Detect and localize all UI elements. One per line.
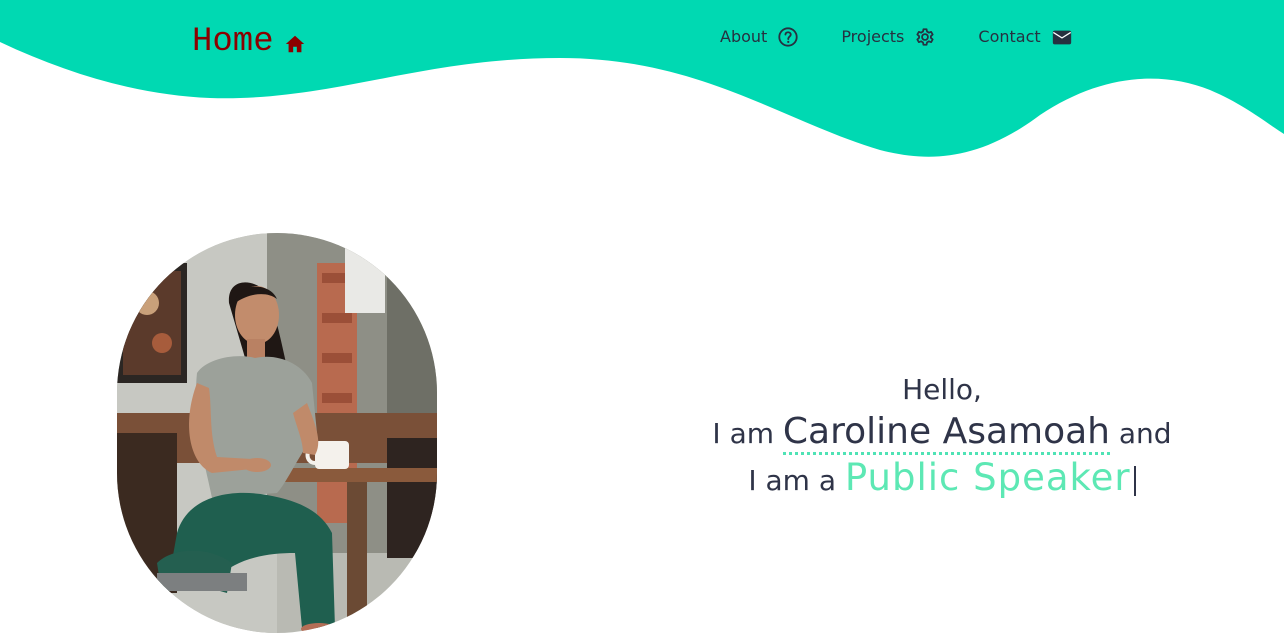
intro-line: I am Caroline Asamoah and — [642, 410, 1242, 456]
profile-photo — [117, 233, 437, 633]
nav-about[interactable]: About — [720, 24, 799, 50]
nav-about-label: About — [720, 27, 768, 46]
typing-cursor — [1133, 466, 1136, 496]
nav-projects-label: Projects — [841, 27, 905, 46]
hero-intro: Hello, I am Caroline Asamoah and I am a … — [642, 370, 1242, 503]
envelope-icon — [1052, 30, 1071, 45]
home-icon — [285, 35, 304, 53]
role-prefix: I am a — [748, 464, 836, 497]
home-link[interactable]: Home — [192, 22, 306, 62]
nav-contact-label: Contact — [978, 27, 1041, 46]
home-label: Home — [192, 23, 274, 61]
nav-projects[interactable]: Projects — [841, 24, 936, 50]
role-line: I am a Public Speaker — [642, 456, 1242, 503]
main-nav: About Projects Contact — [720, 24, 1073, 50]
role-typed-text: Public Speaker — [844, 456, 1131, 499]
page: Home About Projects Contact Hello, I am … — [0, 0, 1284, 634]
nav-contact[interactable]: Contact — [978, 24, 1072, 50]
intro-suffix: and — [1118, 417, 1172, 450]
question-circle-icon — [778, 27, 798, 47]
intro-prefix: I am — [712, 417, 775, 450]
gear-icon — [916, 28, 934, 46]
person-name: Caroline Asamoah — [782, 411, 1110, 455]
greeting: Hello, — [902, 373, 982, 406]
